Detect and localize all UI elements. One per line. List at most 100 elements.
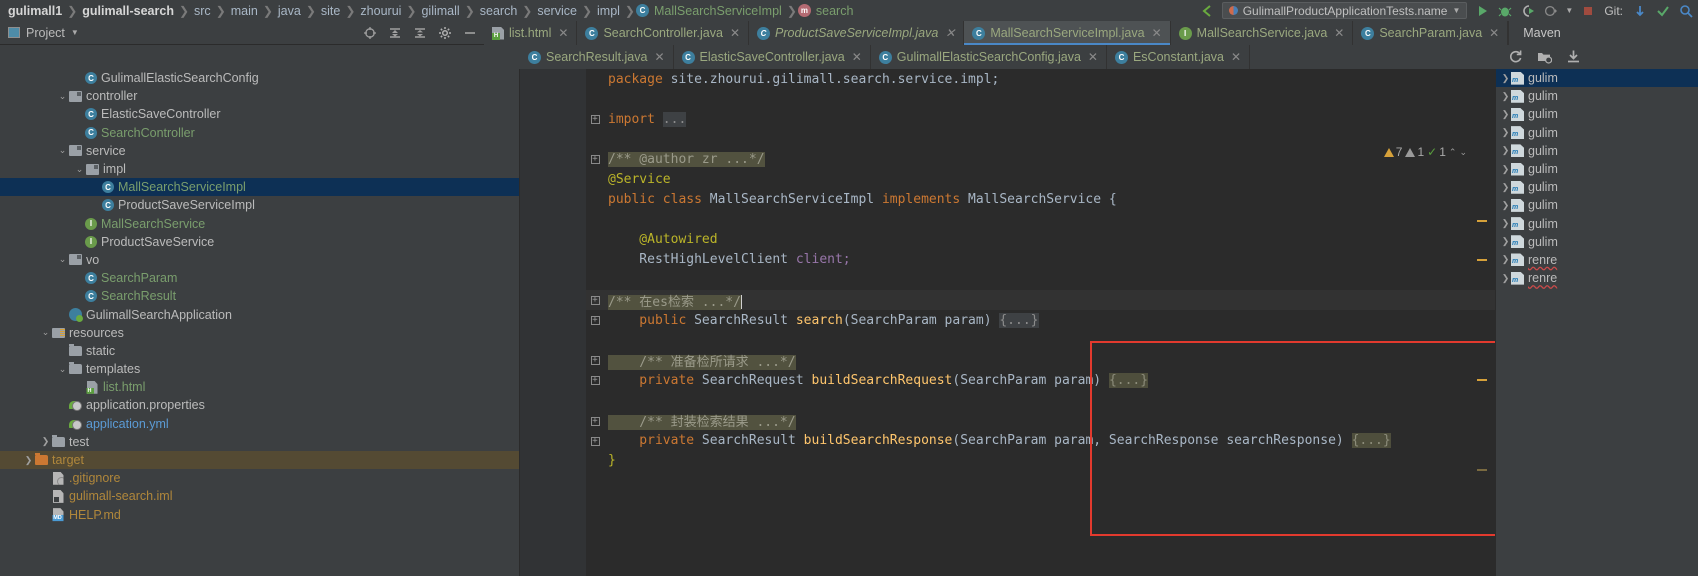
editor-tab[interactable]: C ProductSaveServiceImpl.java ✕ xyxy=(749,21,965,45)
code-line[interactable]: 324 xyxy=(520,471,1495,491)
maven-project-item[interactable]: ❯ m gulim xyxy=(1496,160,1698,178)
code-line[interactable]: 77+ /** 准备检所请求 ...*/ xyxy=(520,350,1495,370)
tree-node[interactable]: ·I MallSearchService xyxy=(0,215,519,233)
chevron-down-icon[interactable]: ⌄ xyxy=(1459,147,1467,158)
scroll-marker-warning[interactable] xyxy=(1477,379,1487,381)
editor-tab[interactable]: C SearchController.java ✕ xyxy=(577,21,750,45)
tree-node[interactable]: ⌄ service xyxy=(0,142,519,160)
chevron-right-icon[interactable]: ❯ xyxy=(1500,91,1511,102)
hide-panel-icon[interactable] xyxy=(461,25,478,42)
fold-toggle-icon[interactable]: + xyxy=(586,315,604,326)
close-icon[interactable]: ✕ xyxy=(1332,26,1344,40)
close-icon[interactable]: ✕ xyxy=(728,26,740,40)
fold-toggle-icon[interactable]: + xyxy=(586,355,604,366)
breadcrumb-item-service[interactable]: service xyxy=(533,4,581,18)
debug-icon[interactable] xyxy=(1496,2,1513,19)
run-configuration-selector[interactable]: GulimallProductApplicationTests.name ▼ xyxy=(1221,2,1468,19)
close-icon[interactable]: ✕ xyxy=(652,50,664,64)
code-content[interactable]: 1 package site.zhourui.gilimall.search.se… xyxy=(520,69,1495,491)
tree-node[interactable]: ·C MallSearchServiceImpl xyxy=(0,178,519,197)
breadcrumb-item-site[interactable]: site xyxy=(317,4,344,18)
maven-panel[interactable]: ❯ m gulim ❯ m gulim ❯ m gulim ❯ m gulim ❯ m gulim ❯ m gul… xyxy=(1495,69,1698,576)
tree-node[interactable]: · application.properties xyxy=(0,396,519,414)
tree-node[interactable]: ·C SearchParam xyxy=(0,269,519,287)
settings-icon[interactable] xyxy=(436,25,453,42)
chevron-right-icon[interactable]: ❯ xyxy=(1500,273,1511,284)
code-line[interactable]: 48 xyxy=(520,210,1495,230)
tree-node[interactable]: ·C SearchController xyxy=(0,124,519,142)
code-line[interactable]: 240@+ private SearchResult buildSearchRe… xyxy=(520,431,1495,451)
inspection-widget[interactable]: 7 1 ✓ 1 ⌃ ⌄ xyxy=(1383,145,1467,159)
tree-node[interactable]: ❯ target xyxy=(0,450,519,470)
chevron-up-icon[interactable]: ⌃ xyxy=(1449,147,1457,158)
tree-node[interactable]: ·C ElasticSaveController xyxy=(0,105,519,123)
scroll-marker-warning[interactable] xyxy=(1477,220,1487,222)
breadcrumb-item-src[interactable]: src xyxy=(190,4,215,18)
chevron-right-icon[interactable]: ❯ xyxy=(1500,73,1511,84)
run-coverage-icon[interactable] xyxy=(1519,2,1536,19)
code-line[interactable]: 49 @Autowired xyxy=(520,230,1495,250)
editor-tab[interactable]: C ElasticSaveController.java ✕ xyxy=(674,45,871,69)
download-sources-icon[interactable] xyxy=(1565,48,1582,65)
maven-project-list[interactable]: ❯ m gulim ❯ m gulim ❯ m gulim ❯ m gulim ❯ m gulim ❯ m gul… xyxy=(1496,69,1698,287)
editor-tab[interactable]: C GulimallElasticSearchConfig.java ✕ xyxy=(871,45,1107,69)
fold-toggle-icon[interactable]: + xyxy=(586,114,604,125)
maven-project-item[interactable]: ❯ m gulim xyxy=(1496,142,1698,160)
close-icon[interactable]: ✕ xyxy=(556,26,568,40)
chevron-right-icon[interactable]: ❯ xyxy=(1500,200,1511,211)
chevron-down-icon[interactable]: ⌄ xyxy=(74,164,85,175)
tree-node[interactable]: · GulimallSearchApplication xyxy=(0,305,519,323)
chevron-down-icon[interactable]: ⌄ xyxy=(57,254,68,265)
maven-project-item[interactable]: ❯ m renre xyxy=(1496,269,1698,287)
chevron-down-icon[interactable]: ▼ xyxy=(1565,6,1573,15)
editor-tab[interactable]: Hlist.html ✕ xyxy=(484,21,578,45)
search-everywhere-icon[interactable] xyxy=(1677,2,1694,19)
fold-toggle-icon[interactable]: + xyxy=(586,154,604,165)
refresh-icon[interactable] xyxy=(1507,48,1524,65)
breadcrumb-item-impl[interactable]: impl xyxy=(593,4,624,18)
breadcrumb-item-gilimall[interactable]: gilimall xyxy=(417,4,463,18)
scroll-marker-weak-warning[interactable] xyxy=(1477,469,1487,471)
chevron-right-icon[interactable]: ❯ xyxy=(1500,164,1511,175)
chevron-down-icon[interactable]: ⌄ xyxy=(57,364,68,375)
code-line[interactable]: 50 RestHighLevelClient client; xyxy=(520,250,1495,270)
fold-toggle-icon[interactable]: + xyxy=(586,295,604,306)
code-line[interactable]: 47public class MallSearchServiceImpl imp… xyxy=(520,190,1495,210)
breadcrumb-item-zhourui[interactable]: zhourui xyxy=(356,4,405,18)
close-icon[interactable]: ✕ xyxy=(1487,26,1499,40)
code-line[interactable]: 51 xyxy=(520,270,1495,290)
maven-project-item[interactable]: ❯ m gulim xyxy=(1496,178,1698,196)
tree-node[interactable]: ·MD HELP.md xyxy=(0,506,519,524)
git-update-icon[interactable] xyxy=(1631,2,1648,19)
scroll-marker-warning[interactable] xyxy=(1477,259,1487,261)
close-icon[interactable]: ✕ xyxy=(1086,50,1098,64)
tree-node[interactable]: ⌄ resources xyxy=(0,324,519,342)
tree-node[interactable]: · .gitignore xyxy=(0,469,519,487)
fold-toggle-icon[interactable]: + xyxy=(586,416,604,426)
editor-tab[interactable]: C EsConstant.java ✕ xyxy=(1107,45,1251,69)
code-line[interactable]: 41 xyxy=(520,129,1495,149)
editor-tab[interactable]: C SearchParam.java ✕ xyxy=(1353,21,1509,45)
breadcrumb-item-gulimall-search[interactable]: gulimall-search xyxy=(78,4,178,18)
maven-project-item[interactable]: ❯ m gulim xyxy=(1496,215,1698,233)
expand-all-icon[interactable] xyxy=(386,25,403,42)
maven-project-item[interactable]: ❯ m renre xyxy=(1496,251,1698,269)
breadcrumb-item-search[interactable]: search xyxy=(476,4,522,18)
code-line[interactable]: 232+ /** 封装检索结果 ...*/ xyxy=(520,411,1495,431)
tree-node[interactable]: · gulimall-search.iml xyxy=(0,487,519,505)
editor-scroll-markers[interactable] xyxy=(1477,164,1487,576)
code-line[interactable]: 99@+ private SearchRequest buildSearchRe… xyxy=(520,370,1495,390)
code-line[interactable]: 52+/** 在es检索 ...*/ xyxy=(520,290,1495,311)
tree-node[interactable]: · application.yml xyxy=(0,415,519,433)
chevron-right-icon[interactable]: ❯ xyxy=(1500,254,1511,265)
back-arrow-icon[interactable] xyxy=(1199,2,1216,19)
breadcrumb-item-search[interactable]: m search xyxy=(797,4,858,18)
code-line[interactable]: 42+/** @author zr ...*/ xyxy=(520,149,1495,169)
tree-node[interactable]: ·C GulimallElasticSearchConfig xyxy=(0,69,519,87)
maven-project-item[interactable]: ❯ m gulim xyxy=(1496,87,1698,105)
tree-node[interactable]: ⌄ vo xyxy=(0,251,519,269)
chevron-right-icon[interactable]: ❯ xyxy=(1500,127,1511,138)
chevron-right-icon[interactable]: ❯ xyxy=(1500,218,1511,229)
chevron-down-icon[interactable]: ▼ xyxy=(65,28,79,37)
editor-tab-row-1[interactable]: Hlist.html ✕ C SearchController.java ✕ C Produ… xyxy=(484,21,1509,45)
